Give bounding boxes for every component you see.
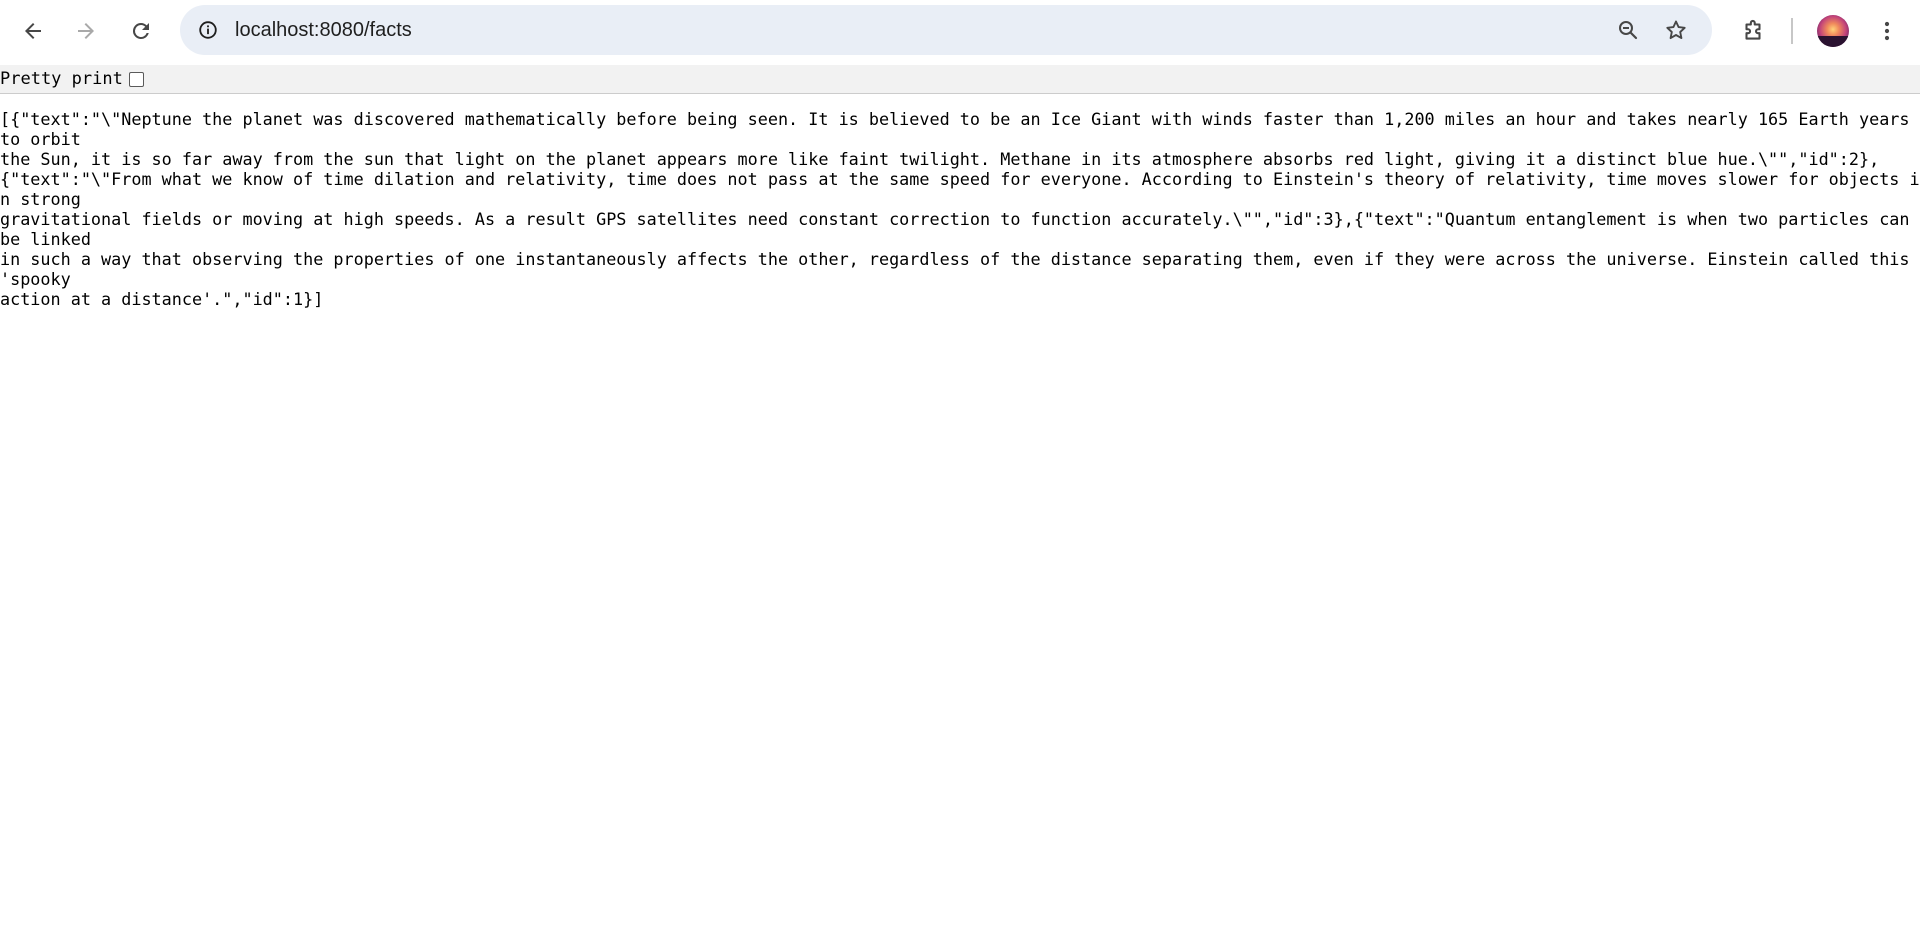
bookmark-button[interactable] (1660, 14, 1692, 46)
json-line: the Sun, it is so far away from the sun … (0, 149, 1880, 169)
menu-button[interactable] (1867, 11, 1907, 51)
puzzle-icon (1745, 19, 1761, 40)
pretty-print-bar: Pretty print (0, 65, 1920, 94)
arrow-right-icon (78, 23, 94, 39)
browser-toolbar: localhost:8080/facts (0, 0, 1920, 65)
reload-icon (132, 22, 149, 39)
address-bar[interactable]: localhost:8080/facts (180, 5, 1712, 55)
back-button[interactable] (13, 11, 53, 51)
json-line: in such a way that observing the propert… (0, 249, 1920, 289)
pretty-print-label: Pretty print (0, 69, 123, 89)
reload-button[interactable] (121, 11, 161, 51)
pretty-print-checkbox[interactable] (128, 71, 144, 87)
url-text[interactable]: localhost:8080/facts (235, 5, 412, 55)
profile-avatar[interactable] (1817, 15, 1849, 47)
zoom-out-icon (1619, 21, 1638, 40)
extensions-button[interactable] (1733, 11, 1773, 51)
arrow-left-icon (25, 23, 41, 39)
site-info-button[interactable] (192, 14, 224, 46)
toolbar-divider (1791, 18, 1793, 44)
json-line: action at a distance'.","id":1}] (0, 289, 324, 309)
json-response-body: [{"text":"\"Neptune the planet was disco… (0, 109, 1920, 309)
info-icon (199, 21, 217, 39)
more-vert-icon (1884, 21, 1890, 41)
pretty-print-toggle[interactable]: Pretty print (0, 65, 144, 93)
json-line: gravitational fields or moving at high s… (0, 209, 1920, 249)
json-line: {"text":"\"From what we know of time dil… (0, 169, 1920, 209)
json-line: [{"text":"\"Neptune the planet was disco… (0, 109, 1920, 149)
forward-button[interactable] (66, 11, 106, 51)
star-icon (1666, 20, 1686, 40)
zoom-button[interactable] (1612, 14, 1644, 46)
